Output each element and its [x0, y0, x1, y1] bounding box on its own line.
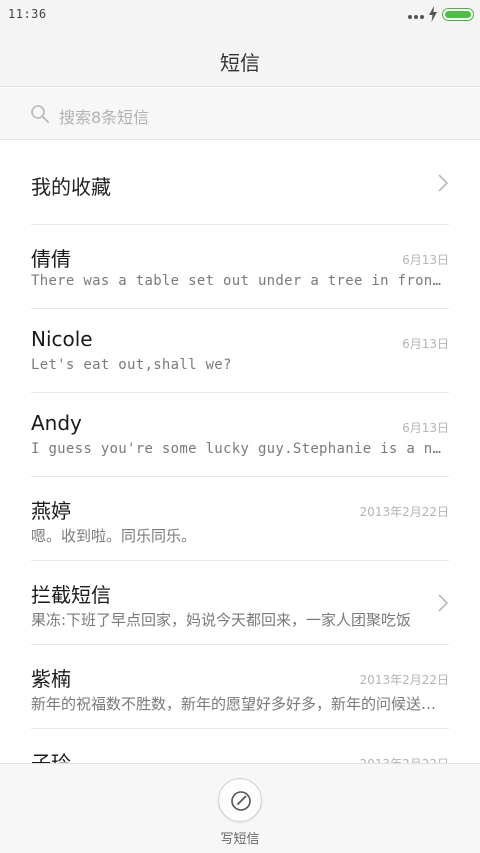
favorites-label: 我的收藏	[31, 175, 111, 199]
message-date: 6月13日	[402, 337, 449, 351]
contact-name: 燕婷	[31, 499, 71, 523]
message-preview: There was a table set out under a tree i…	[31, 273, 449, 289]
search-bar[interactable]: 搜索8条短信	[0, 88, 480, 140]
compose-button[interactable]	[218, 778, 262, 822]
bottom-bar: 写短信	[0, 763, 480, 853]
message-preview: 嗯。收到啦。同乐同乐。	[31, 527, 197, 545]
conversation-row[interactable]: Andy 6月13日 I guess you're some lucky guy…	[0, 393, 480, 477]
compose-icon	[231, 791, 251, 811]
conversation-row[interactable]: 倩倩 6月13日 There was a table set out under…	[0, 225, 480, 309]
contact-name: 紫楠	[31, 667, 71, 691]
blocked-messages-row[interactable]: 拦截短信 果冻:下班了早点回家，妈说今天都回来，一家人团聚吃饭	[0, 561, 480, 645]
conversation-row[interactable]: 紫楠 2013年2月22日 新年的祝福数不胜数，新年的愿望好多好多，新年的问候送…	[0, 645, 480, 729]
conversation-row[interactable]: Nicole 6月13日 Let's eat out,shall we?	[0, 309, 480, 393]
chevron-right-icon	[438, 594, 449, 612]
search-icon	[31, 105, 49, 123]
contact-name: Nicole	[31, 327, 93, 351]
battery-icon	[442, 8, 474, 21]
message-preview: 新年的祝福数不胜数，新年的愿望好多好多，新年的问候送给你	[31, 695, 449, 713]
page-title: 短信	[220, 51, 260, 75]
blocked-messages-label: 拦截短信	[31, 583, 111, 607]
conversation-row[interactable]: 燕婷 2013年2月22日 嗯。收到啦。同乐同乐。	[0, 477, 480, 561]
title-bar: 短信	[0, 30, 480, 87]
compose-label: 写短信	[220, 832, 260, 847]
search-input[interactable]: 搜索8条短信	[59, 104, 149, 128]
message-date: 6月13日	[402, 253, 449, 267]
message-date: 2013年2月22日	[359, 673, 449, 687]
status-time: 11:36	[8, 7, 47, 21]
message-preview: 果冻:下班了早点回家，妈说今天都回来，一家人团聚吃饭	[31, 611, 412, 629]
charging-bolt-icon	[429, 6, 437, 22]
contact-name: 倩倩	[31, 247, 71, 271]
status-bar: 11:36	[0, 0, 480, 30]
conversation-list: 倩倩 6月13日 There was a table set out under…	[0, 225, 480, 813]
signal-dots-icon	[408, 15, 424, 19]
message-date: 2013年2月22日	[359, 505, 449, 519]
contact-name: Andy	[31, 411, 82, 435]
favorites-row[interactable]: 我的收藏	[0, 141, 480, 225]
message-preview: Let's eat out,shall we?	[31, 357, 232, 373]
message-date: 6月13日	[402, 421, 449, 435]
message-preview: I guess you're some lucky guy.Stephanie …	[31, 441, 449, 457]
sms-app-screen: 11:36 短信 搜索8条短信 我的收藏 倩倩 6月13日 There was	[0, 0, 480, 853]
chevron-right-icon	[438, 174, 449, 192]
